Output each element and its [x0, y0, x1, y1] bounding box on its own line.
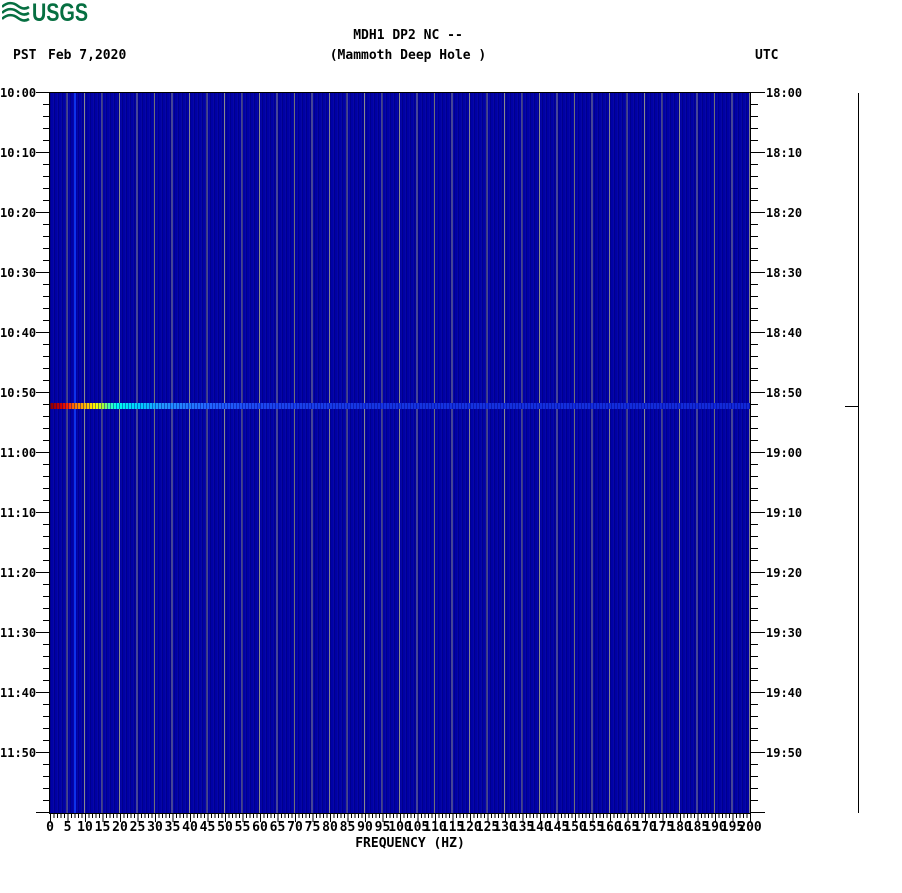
right-time-label: 19:10 [766, 506, 803, 520]
frequency-axis-title: FREQUENCY (HZ) [355, 836, 465, 851]
left-time-label: 10:10 [0, 146, 37, 160]
left-time-label: 11:30 [0, 626, 37, 640]
frequency-tick-label: 55 [234, 820, 251, 835]
left-time-label: 11:20 [0, 566, 37, 580]
right-time-label: 19:00 [766, 446, 803, 460]
frequency-tick-label: 30 [147, 820, 163, 835]
frequency-tick-label: 60 [252, 820, 268, 835]
left-time-label: 10:50 [0, 386, 37, 400]
right-time-label: 19:50 [766, 746, 803, 760]
seismic-event-row [50, 403, 750, 409]
freq-axis-minor-ticks [50, 814, 751, 818]
frequency-tick-label: 45 [199, 820, 216, 835]
left-time-label: 10:20 [0, 206, 37, 220]
left-time-label: 11:00 [0, 446, 37, 460]
frequency-tick-label: 65 [269, 820, 286, 835]
chart-subtitle: (Mammoth Deep Hole ) [329, 48, 487, 63]
left-time-label: 11:50 [0, 746, 37, 760]
usgs-logo-text: USGS [32, 0, 88, 26]
frequency-tick-label: 15 [94, 820, 111, 835]
usgs-logo: USGS [1, 0, 94, 27]
frequency-tick-label: 35 [164, 820, 181, 835]
left-time-label: 10:30 [0, 266, 37, 280]
spectrogram-page: USGS MDH1 DP2 NC -- (Mammoth Deep Hole )… [0, 0, 902, 893]
frequency-tick-label: 75 [304, 820, 321, 835]
frequency-tick-label: 200 [738, 820, 762, 835]
frequency-tick-label: 90 [357, 820, 373, 835]
spectrogram-plot [49, 92, 751, 814]
usgs-wave-icon: USGS [1, 0, 88, 27]
right-time-label: 18:50 [766, 386, 803, 400]
left-time-label: 10:00 [0, 86, 37, 100]
frequency-tick-label: 10 [77, 820, 93, 835]
persistent-tone-line [74, 93, 76, 813]
left-time-label: 11:10 [0, 506, 37, 520]
amplitude-marker-tick [845, 406, 859, 407]
timezone-right-label: UTC [755, 48, 779, 63]
right-time-label: 18:40 [766, 326, 803, 340]
right-time-label: 19:30 [766, 626, 803, 640]
left-axis-minor-ticks [43, 92, 50, 814]
right-time-label: 18:10 [766, 146, 803, 160]
frequency-tick-label: 85 [339, 820, 356, 835]
right-time-label: 19:20 [766, 566, 803, 580]
right-axis-minor-ticks [751, 92, 758, 814]
right-time-label: 18:00 [766, 86, 803, 100]
frequency-tick-label: 50 [217, 820, 233, 835]
right-time-label: 19:40 [766, 686, 803, 700]
frequency-tick-label: 20 [112, 820, 128, 835]
chart-title: MDH1 DP2 NC -- [353, 28, 463, 43]
timezone-left-label: PST [13, 48, 37, 63]
right-time-label: 18:30 [766, 266, 803, 280]
left-time-label: 10:40 [0, 326, 37, 340]
amplitude-marker-bar [858, 93, 859, 813]
date-label: Feb 7,2020 [48, 48, 127, 63]
frequency-tick-label: 0 [46, 820, 54, 835]
frequency-tick-label: 40 [182, 820, 198, 835]
right-time-label: 18:20 [766, 206, 803, 220]
left-time-label: 11:40 [0, 686, 37, 700]
frequency-tick-label: 5 [63, 820, 72, 835]
frequency-tick-label: 80 [322, 820, 338, 835]
frequency-tick-label: 25 [129, 820, 146, 835]
frequency-tick-label: 70 [287, 820, 303, 835]
